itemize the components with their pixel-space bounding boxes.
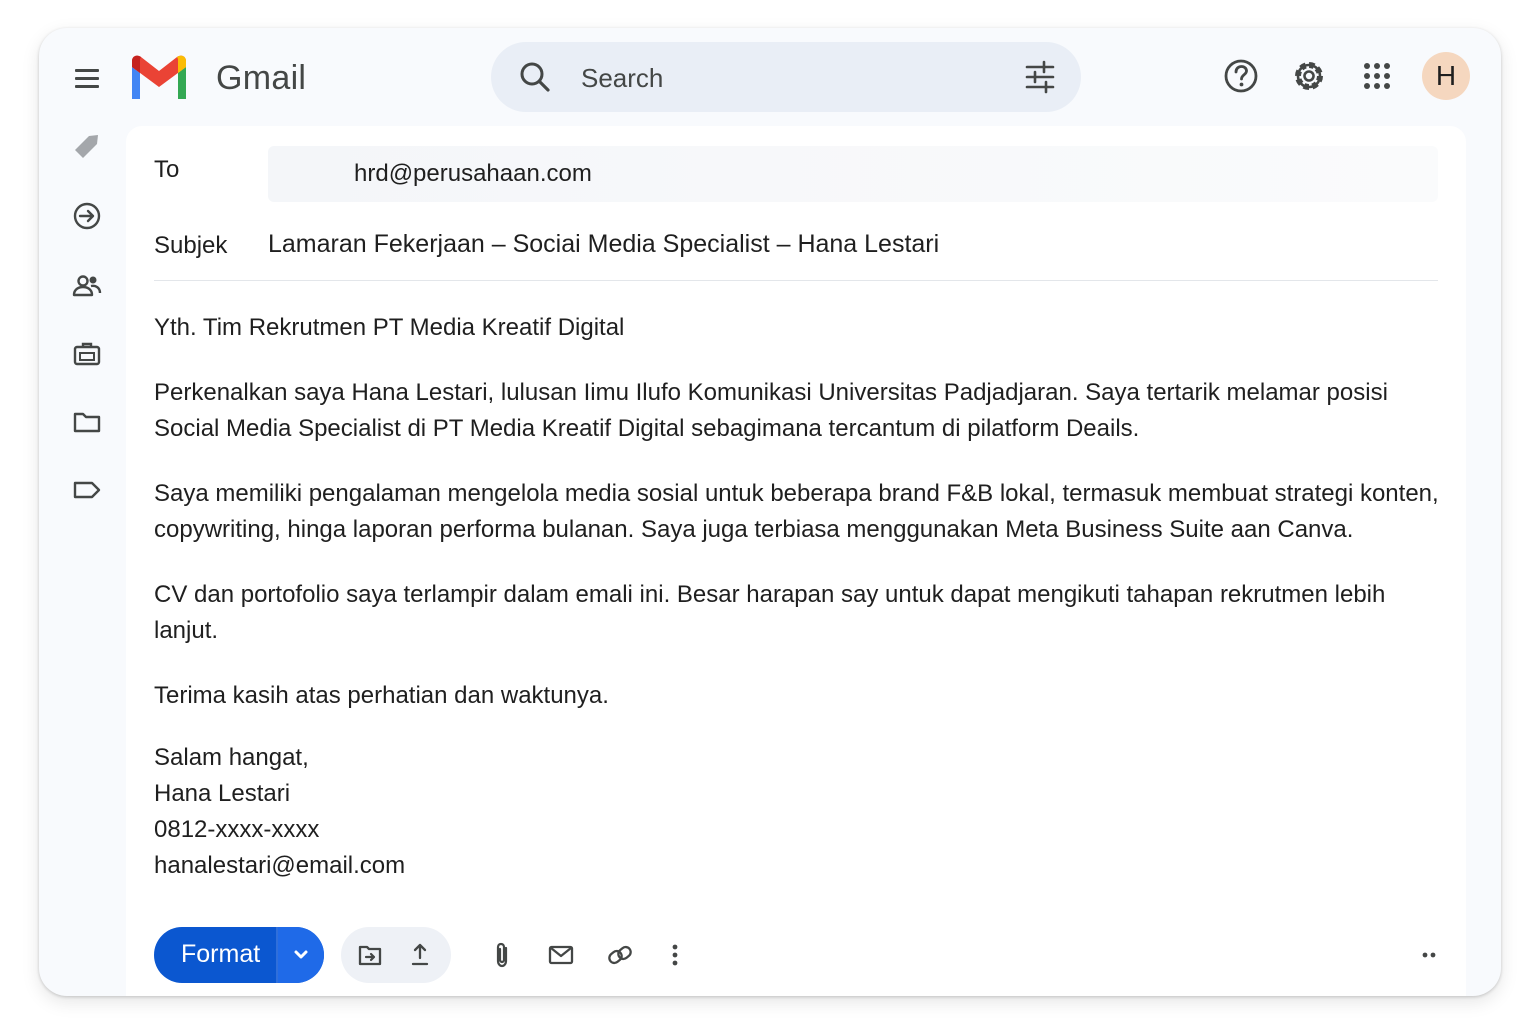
signature-closing: Salam hangat, <box>154 744 309 771</box>
body-paragraph-1: Perkenalkan saya Hana Lestari, lulusan I… <box>154 379 1388 442</box>
to-label: To <box>154 156 180 183</box>
main-menu-button[interactable] <box>67 62 107 94</box>
subject-field[interactable]: Lamaran Fekerjaan – Sociai Media Special… <box>268 230 939 259</box>
insert-file-icon[interactable] <box>355 940 385 970</box>
label-icon[interactable] <box>71 474 103 506</box>
signature-phone: 0812-xxxx-xxxx <box>154 816 320 843</box>
tag-icon[interactable] <box>71 130 103 162</box>
account-avatar[interactable]: H <box>1422 52 1470 100</box>
compose-panel: To hrd@perusahaan.com Subjek Lamaran Fek… <box>126 126 1466 996</box>
mail-icon[interactable] <box>546 940 576 970</box>
gear-icon[interactable] <box>1289 56 1329 96</box>
gmail-logo <box>132 55 186 99</box>
briefcase-icon[interactable] <box>71 338 103 370</box>
format-label: Format <box>181 940 261 968</box>
help-icon[interactable] <box>1221 56 1261 96</box>
search-input[interactable] <box>579 56 1003 100</box>
signature-email: hanalestari@email.com <box>154 852 406 879</box>
circle-arrow-icon[interactable] <box>71 200 103 232</box>
to-field[interactable]: hrd@perusahaan.com <box>268 146 1438 202</box>
search-icon[interactable] <box>517 59 553 95</box>
more-vert-icon[interactable] <box>660 940 690 970</box>
format-button[interactable]: Format <box>154 927 324 983</box>
gmail-window: Gmail H <box>39 28 1501 996</box>
subject-label: Subjek <box>154 232 228 259</box>
body-paragraph-2: Saya memiliki pengalaman mengelola media… <box>154 480 1439 543</box>
link-icon[interactable] <box>605 940 635 970</box>
signature-name: Hana Lestari <box>154 780 291 807</box>
header-divider <box>154 280 1438 281</box>
message-body[interactable]: Yth. Tim Rekrutmen PT Media Kreatif Digi… <box>154 310 1444 884</box>
more-horiz-icon[interactable] <box>1414 940 1444 970</box>
upload-icon[interactable] <box>405 940 435 970</box>
to-recipient[interactable]: hrd@perusahaan.com <box>354 160 592 188</box>
attach-icon[interactable] <box>487 940 517 970</box>
search-bar[interactable] <box>491 42 1081 112</box>
apps-grid-icon[interactable] <box>1357 56 1397 96</box>
contacts-icon[interactable] <box>71 270 103 302</box>
body-thanks: Terima kasih atas perhatian dan waktunya… <box>154 682 609 709</box>
app-name: Gmail <box>216 59 307 97</box>
tune-icon[interactable] <box>1021 58 1059 96</box>
insert-tools-group <box>341 927 451 983</box>
format-options-button[interactable] <box>278 927 324 983</box>
body-paragraph-3: CV dan portofolio saya terlampir dalam e… <box>154 581 1386 644</box>
chevron-down-icon <box>294 950 308 959</box>
body-greeting: Yth. Tim Rekrutmen PT Media Kreatif Digi… <box>154 314 625 341</box>
folder-icon[interactable] <box>71 406 103 438</box>
